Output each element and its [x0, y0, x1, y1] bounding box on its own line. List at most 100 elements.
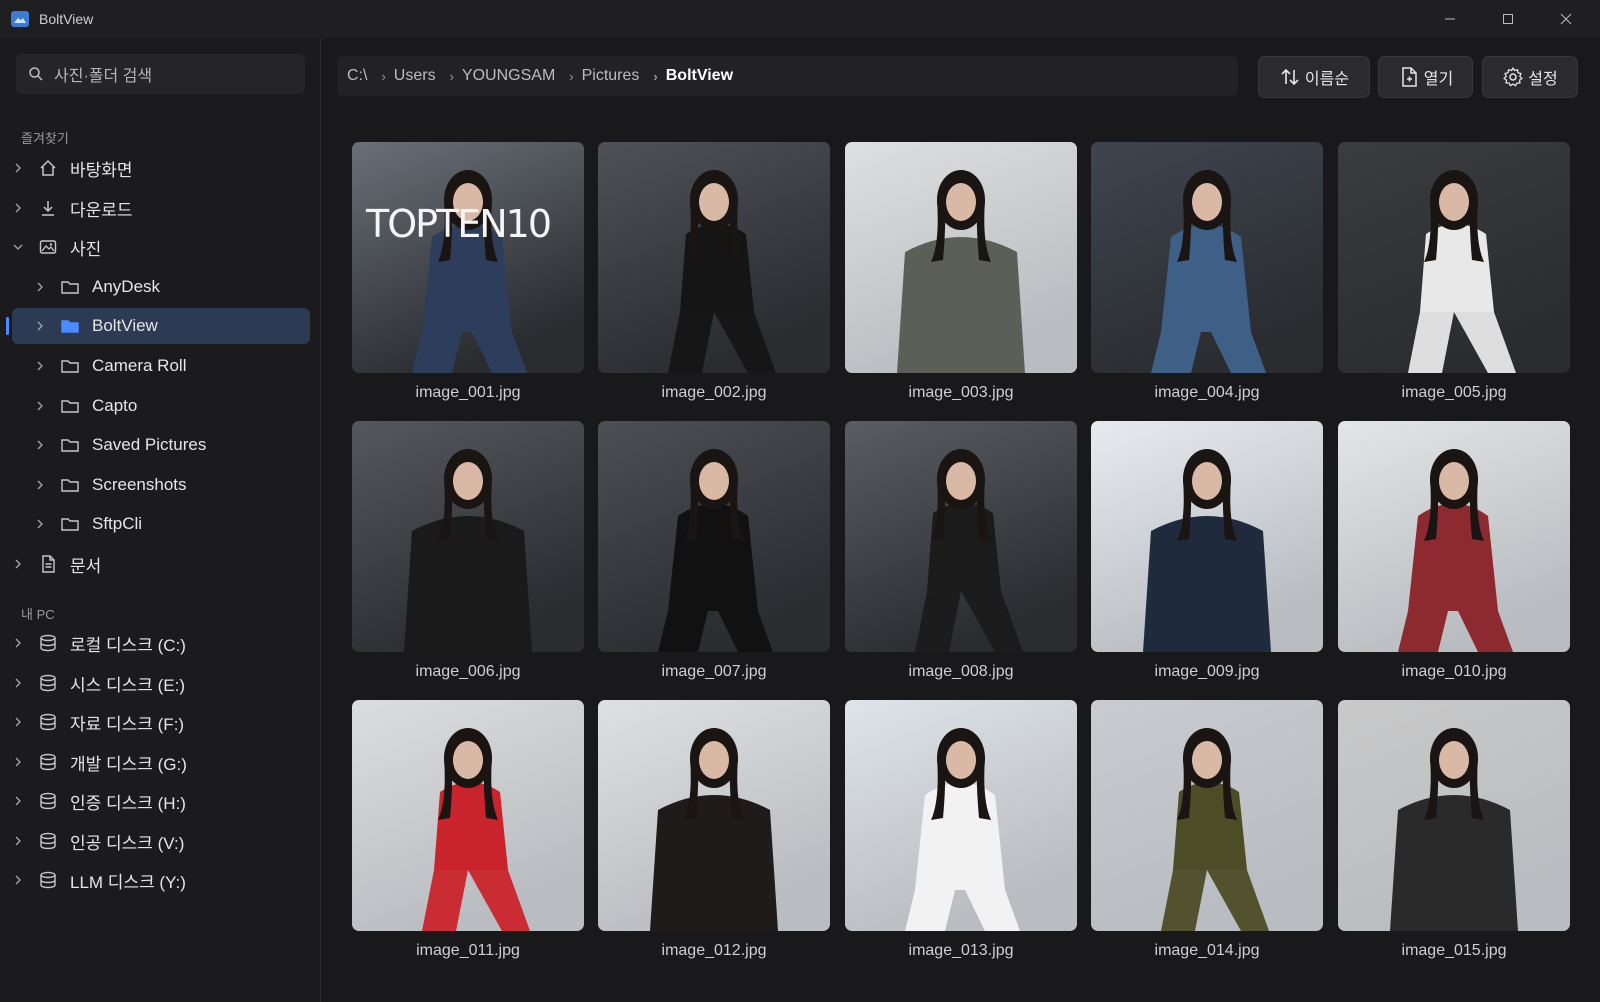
photo-thumbnail[interactable]: [1338, 142, 1570, 373]
photo-card[interactable]: image_010.jpg: [1338, 421, 1570, 681]
photo-card[interactable]: TOPTEN10 image_001.jpg: [352, 142, 584, 402]
photo-card[interactable]: image_009.jpg: [1091, 421, 1323, 681]
photo-card[interactable]: image_014.jpg: [1091, 700, 1323, 960]
sidebar-drive-2[interactable]: 시스 디스크 (E:): [12, 665, 310, 701]
chevron-right-icon[interactable]: [12, 202, 24, 214]
sidebar-item-문서[interactable]: 문서: [12, 546, 310, 582]
photo-filename: image_011.jpg: [416, 942, 520, 959]
document-icon: [42, 555, 55, 573]
sidebar-item-anydesk[interactable]: AnyDesk: [12, 269, 310, 305]
sort-button[interactable]: 이름순: [1258, 56, 1370, 98]
chevron-down-icon[interactable]: [12, 241, 24, 253]
breadcrumb-item[interactable]: › BoltView: [639, 67, 733, 85]
chevron-right-icon[interactable]: [34, 479, 46, 491]
maximize-button[interactable]: [1479, 0, 1537, 38]
sidebar-drive-5[interactable]: 인증 디스크 (H:): [12, 783, 310, 819]
breadcrumb-item[interactable]: › YOUNGSAM: [436, 67, 556, 85]
photo-filename: image_014.jpg: [1154, 942, 1260, 959]
sidebar-item-capto[interactable]: Capto: [12, 388, 310, 424]
chevron-right-icon[interactable]: [12, 756, 24, 768]
photo-card[interactable]: image_003.jpg: [845, 142, 1077, 402]
photo-filename: image_010.jpg: [1401, 663, 1507, 680]
photo-thumbnail[interactable]: [845, 421, 1077, 652]
title-bar: BoltView: [0, 0, 1600, 38]
chevron-right-icon[interactable]: [12, 677, 24, 689]
photo-thumbnail-image: [1338, 700, 1570, 931]
photo-thumbnail[interactable]: [598, 421, 830, 652]
sidebar-item-label: Screenshots: [92, 475, 187, 494]
breadcrumb-separator-icon: ›: [569, 68, 574, 84]
sidebar-item-screenshots[interactable]: Screenshots: [12, 467, 310, 503]
search-input[interactable]: 사진·폴더 검색: [16, 54, 305, 94]
photo-card[interactable]: image_011.jpg: [352, 700, 584, 960]
chevron-right-icon[interactable]: [34, 400, 46, 412]
folder-icon: [61, 400, 79, 413]
chevron-right-icon[interactable]: [12, 162, 24, 174]
chevron-right-icon[interactable]: [12, 558, 24, 570]
photo-thumbnail[interactable]: [352, 421, 584, 652]
photo-thumbnail[interactable]: [598, 700, 830, 931]
photo-card[interactable]: image_004.jpg: [1091, 142, 1323, 402]
photo-thumbnail[interactable]: [845, 142, 1077, 373]
breadcrumb-item[interactable]: › Pictures: [555, 67, 639, 85]
photo-card[interactable]: image_005.jpg: [1338, 142, 1570, 402]
photo-card[interactable]: image_012.jpg: [598, 700, 830, 960]
photo-card[interactable]: image_013.jpg: [845, 700, 1077, 960]
sidebar-item-바탕화면[interactable]: 바탕화면: [12, 150, 310, 186]
chevron-right-icon[interactable]: [34, 360, 46, 372]
photo-thumbnail[interactable]: [1338, 700, 1570, 931]
sidebar-item-다운로드[interactable]: 다운로드: [12, 190, 310, 226]
sidebar-drive-3[interactable]: 자료 디스크 (F:): [12, 704, 310, 740]
open-button[interactable]: 열기: [1378, 56, 1473, 98]
folder-icon: [61, 320, 79, 333]
photo-thumbnail-image: [845, 421, 1077, 652]
sidebar-drive-1[interactable]: 로컬 디스크 (C:): [12, 625, 310, 661]
chevron-right-icon[interactable]: [12, 795, 24, 807]
photo-card[interactable]: image_006.jpg: [352, 421, 584, 681]
photo-thumbnail[interactable]: [1091, 700, 1323, 931]
photo-card[interactable]: image_008.jpg: [845, 421, 1077, 681]
sidebar-drive-7[interactable]: LLM 디스크 (Y:): [12, 862, 310, 898]
photo-thumbnail-image: [845, 700, 1077, 931]
photo-thumbnail[interactable]: [1091, 142, 1323, 373]
photo-filename: image_008.jpg: [908, 663, 1014, 680]
photo-card[interactable]: image_002.jpg: [598, 142, 830, 402]
chevron-right-icon[interactable]: [12, 637, 24, 649]
breadcrumb-item[interactable]: C:\: [347, 67, 367, 85]
chevron-right-icon[interactable]: [34, 281, 46, 293]
photo-card[interactable]: image_015.jpg: [1338, 700, 1570, 960]
sidebar-item-label: SftpCli: [92, 514, 143, 533]
folder-icon: [61, 281, 79, 294]
sidebar-drive-4[interactable]: 개발 디스크 (G:): [12, 744, 310, 780]
chevron-right-icon[interactable]: [12, 716, 24, 728]
chevron-right-icon[interactable]: [34, 439, 46, 451]
photo-filename: image_001.jpg: [415, 384, 521, 401]
minimize-button[interactable]: [1421, 0, 1479, 38]
photo-thumbnail[interactable]: [1091, 421, 1323, 652]
window-title: BoltView: [39, 11, 94, 27]
photo-card[interactable]: image_007.jpg: [598, 421, 830, 681]
photo-filename: image_005.jpg: [1401, 384, 1507, 401]
sidebar-item-saved-pictures[interactable]: Saved Pictures: [12, 427, 310, 463]
close-button[interactable]: [1537, 0, 1595, 38]
chevron-right-icon[interactable]: [34, 518, 46, 530]
sidebar-item-camera-roll[interactable]: Camera Roll: [12, 348, 310, 384]
sidebar-item-사진[interactable]: 사진: [12, 229, 310, 265]
photo-thumbnail[interactable]: [352, 700, 584, 931]
photo-thumbnail-image: [352, 700, 584, 931]
maximize-icon: [1503, 14, 1513, 24]
photo-thumbnail[interactable]: [598, 142, 830, 373]
settings-button[interactable]: 설정: [1482, 56, 1578, 98]
folder-icon: [61, 360, 79, 373]
sidebar-item-sftpcli[interactable]: SftpCli: [12, 506, 310, 542]
folder-icon: [61, 439, 79, 452]
breadcrumb-item[interactable]: › Users: [367, 67, 435, 85]
photo-thumbnail[interactable]: TOPTEN10: [352, 142, 584, 373]
chevron-right-icon[interactable]: [12, 874, 24, 886]
photo-thumbnail[interactable]: [845, 700, 1077, 931]
sidebar-item-boltview[interactable]: BoltView: [6, 308, 310, 344]
photo-thumbnail[interactable]: [1338, 421, 1570, 652]
chevron-right-icon[interactable]: [34, 320, 46, 332]
sidebar-drive-6[interactable]: 인공 디스크 (V:): [12, 823, 310, 859]
chevron-right-icon[interactable]: [12, 835, 24, 847]
